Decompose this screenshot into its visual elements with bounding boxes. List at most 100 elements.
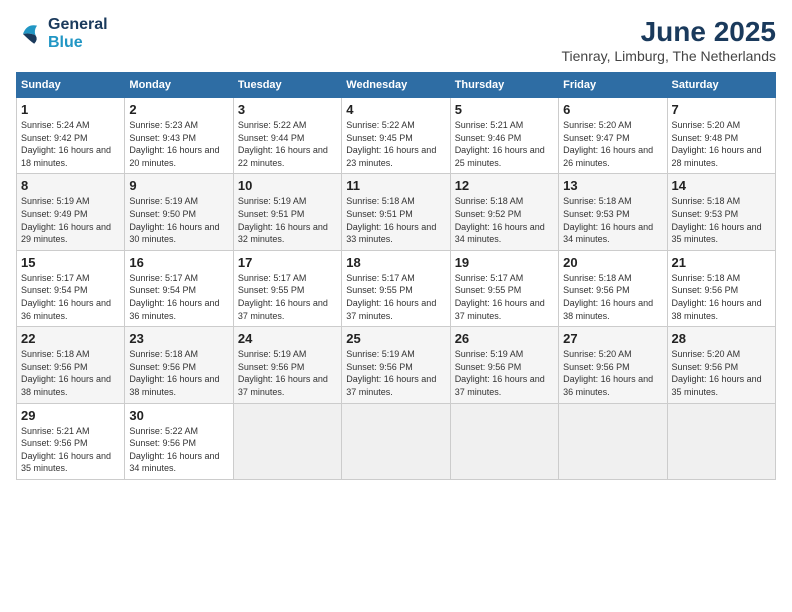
calendar-cell: 12Sunrise: 5:18 AMSunset: 9:52 PMDayligh…: [450, 174, 558, 250]
calendar-cell: 22 Sunrise: 5:18 AMSunset: 9:56 PMDayligh…: [17, 327, 125, 403]
calendar-cell: 16 Sunrise: 5:17 AMSunset: 9:54 PMDayligh…: [125, 250, 233, 326]
day-info: Sunrise: 5:17 AMSunset: 9:54 PMDaylight:…: [129, 272, 228, 322]
page-header: General Blue June 2025 Tienray, Limburg,…: [16, 16, 776, 64]
day-number: 15: [21, 255, 120, 270]
calendar-table: SundayMondayTuesdayWednesdayThursdayFrid…: [16, 72, 776, 480]
calendar-cell: 18Sunrise: 5:17 AMSunset: 9:55 PMDayligh…: [342, 250, 450, 326]
calendar-week-5: 29 Sunrise: 5:21 AMSunset: 9:56 PMDayligh…: [17, 403, 776, 479]
calendar-cell: 2 Sunrise: 5:23 AMSunset: 9:43 PMDaylight…: [125, 98, 233, 174]
day-number: 9: [129, 178, 228, 193]
day-info: Sunrise: 5:19 AMSunset: 9:51 PMDaylight:…: [238, 195, 337, 245]
calendar-week-1: 1 Sunrise: 5:24 AMSunset: 9:42 PMDaylight…: [17, 98, 776, 174]
day-number: 21: [672, 255, 771, 270]
day-number: 1: [21, 102, 120, 117]
calendar-cell: 13Sunrise: 5:18 AMSunset: 9:53 PMDayligh…: [559, 174, 667, 250]
day-info: Sunrise: 5:24 AMSunset: 9:42 PMDaylight:…: [21, 119, 120, 169]
day-info: Sunrise: 5:19 AMSunset: 9:56 PMDaylight:…: [346, 348, 445, 398]
weekday-header-monday: Monday: [125, 73, 233, 98]
day-info: Sunrise: 5:21 AMSunset: 9:56 PMDaylight:…: [21, 425, 120, 475]
day-number: 14: [672, 178, 771, 193]
logo-icon: [16, 20, 44, 48]
day-info: Sunrise: 5:20 AMSunset: 9:48 PMDaylight:…: [672, 119, 771, 169]
calendar-cell: 3Sunrise: 5:22 AMSunset: 9:44 PMDaylight…: [233, 98, 341, 174]
calendar-cell: 10 Sunrise: 5:19 AMSunset: 9:51 PMDayligh…: [233, 174, 341, 250]
calendar-cell: [233, 403, 341, 479]
day-number: 17: [238, 255, 337, 270]
calendar-cell: 23 Sunrise: 5:18 AMSunset: 9:56 PMDayligh…: [125, 327, 233, 403]
calendar-cell: 1 Sunrise: 5:24 AMSunset: 9:42 PMDaylight…: [17, 98, 125, 174]
calendar-cell: 21 Sunrise: 5:18 AMSunset: 9:56 PMDayligh…: [667, 250, 775, 326]
title-block: June 2025 Tienray, Limburg, The Netherla…: [561, 16, 776, 64]
calendar-cell: 5Sunrise: 5:21 AMSunset: 9:46 PMDaylight…: [450, 98, 558, 174]
logo: General Blue: [16, 16, 108, 52]
day-number: 22: [21, 331, 120, 346]
calendar-cell: 9 Sunrise: 5:19 AMSunset: 9:50 PMDaylight…: [125, 174, 233, 250]
calendar-cell: 29 Sunrise: 5:21 AMSunset: 9:56 PMDayligh…: [17, 403, 125, 479]
day-number: 4: [346, 102, 445, 117]
day-number: 25: [346, 331, 445, 346]
day-number: 5: [455, 102, 554, 117]
day-number: 29: [21, 408, 120, 423]
day-number: 3: [238, 102, 337, 117]
day-info: Sunrise: 5:20 AMSunset: 9:56 PMDaylight:…: [563, 348, 662, 398]
day-number: 20: [563, 255, 662, 270]
day-info: Sunrise: 5:19 AMSunset: 9:50 PMDaylight:…: [129, 195, 228, 245]
calendar-cell: 8 Sunrise: 5:19 AMSunset: 9:49 PMDaylight…: [17, 174, 125, 250]
day-number: 13: [563, 178, 662, 193]
day-info: Sunrise: 5:23 AMSunset: 9:43 PMDaylight:…: [129, 119, 228, 169]
day-info: Sunrise: 5:18 AMSunset: 9:56 PMDaylight:…: [563, 272, 662, 322]
calendar-cell: [450, 403, 558, 479]
day-info: Sunrise: 5:17 AMSunset: 9:54 PMDaylight:…: [21, 272, 120, 322]
day-info: Sunrise: 5:20 AMSunset: 9:47 PMDaylight:…: [563, 119, 662, 169]
day-info: Sunrise: 5:19 AMSunset: 9:56 PMDaylight:…: [238, 348, 337, 398]
day-number: 7: [672, 102, 771, 117]
day-info: Sunrise: 5:18 AMSunset: 9:51 PMDaylight:…: [346, 195, 445, 245]
calendar-cell: 30 Sunrise: 5:22 AMSunset: 9:56 PMDayligh…: [125, 403, 233, 479]
day-number: 27: [563, 331, 662, 346]
day-number: 10: [238, 178, 337, 193]
day-number: 2: [129, 102, 228, 117]
day-number: 28: [672, 331, 771, 346]
weekday-header-wednesday: Wednesday: [342, 73, 450, 98]
calendar-week-4: 22 Sunrise: 5:18 AMSunset: 9:56 PMDayligh…: [17, 327, 776, 403]
day-info: Sunrise: 5:18 AMSunset: 9:56 PMDaylight:…: [672, 272, 771, 322]
calendar-week-3: 15 Sunrise: 5:17 AMSunset: 9:54 PMDayligh…: [17, 250, 776, 326]
day-number: 12: [455, 178, 554, 193]
day-number: 30: [129, 408, 228, 423]
weekday-header-sunday: Sunday: [17, 73, 125, 98]
calendar-cell: 6 Sunrise: 5:20 AMSunset: 9:47 PMDaylight…: [559, 98, 667, 174]
calendar-cell: 11 Sunrise: 5:18 AMSunset: 9:51 PMDayligh…: [342, 174, 450, 250]
calendar-cell: 7 Sunrise: 5:20 AMSunset: 9:48 PMDaylight…: [667, 98, 775, 174]
weekday-header-row: SundayMondayTuesdayWednesdayThursdayFrid…: [17, 73, 776, 98]
logo-text: General Blue: [48, 16, 108, 52]
day-info: Sunrise: 5:22 AMSunset: 9:45 PMDaylight:…: [346, 119, 445, 169]
weekday-header-saturday: Saturday: [667, 73, 775, 98]
day-number: 24: [238, 331, 337, 346]
calendar-cell: 26Sunrise: 5:19 AMSunset: 9:56 PMDayligh…: [450, 327, 558, 403]
day-info: Sunrise: 5:17 AMSunset: 9:55 PMDaylight:…: [238, 272, 337, 322]
calendar-cell: [342, 403, 450, 479]
day-info: Sunrise: 5:22 AMSunset: 9:56 PMDaylight:…: [129, 425, 228, 475]
day-info: Sunrise: 5:19 AMSunset: 9:49 PMDaylight:…: [21, 195, 120, 245]
calendar-cell: [559, 403, 667, 479]
day-number: 6: [563, 102, 662, 117]
day-number: 11: [346, 178, 445, 193]
calendar-cell: 27 Sunrise: 5:20 AMSunset: 9:56 PMDayligh…: [559, 327, 667, 403]
calendar-cell: 25 Sunrise: 5:19 AMSunset: 9:56 PMDayligh…: [342, 327, 450, 403]
day-number: 8: [21, 178, 120, 193]
calendar-cell: 28Sunrise: 5:20 AMSunset: 9:56 PMDayligh…: [667, 327, 775, 403]
month-title: June 2025: [561, 16, 776, 48]
weekday-header-tuesday: Tuesday: [233, 73, 341, 98]
calendar-cell: 19Sunrise: 5:17 AMSunset: 9:55 PMDayligh…: [450, 250, 558, 326]
day-number: 23: [129, 331, 228, 346]
day-info: Sunrise: 5:18 AMSunset: 9:56 PMDaylight:…: [21, 348, 120, 398]
calendar-cell: 15 Sunrise: 5:17 AMSunset: 9:54 PMDayligh…: [17, 250, 125, 326]
calendar-cell: 14Sunrise: 5:18 AMSunset: 9:53 PMDayligh…: [667, 174, 775, 250]
calendar-cell: 20 Sunrise: 5:18 AMSunset: 9:56 PMDayligh…: [559, 250, 667, 326]
location-title: Tienray, Limburg, The Netherlands: [561, 48, 776, 64]
day-number: 19: [455, 255, 554, 270]
weekday-header-friday: Friday: [559, 73, 667, 98]
day-info: Sunrise: 5:18 AMSunset: 9:56 PMDaylight:…: [129, 348, 228, 398]
day-number: 16: [129, 255, 228, 270]
calendar-cell: [667, 403, 775, 479]
